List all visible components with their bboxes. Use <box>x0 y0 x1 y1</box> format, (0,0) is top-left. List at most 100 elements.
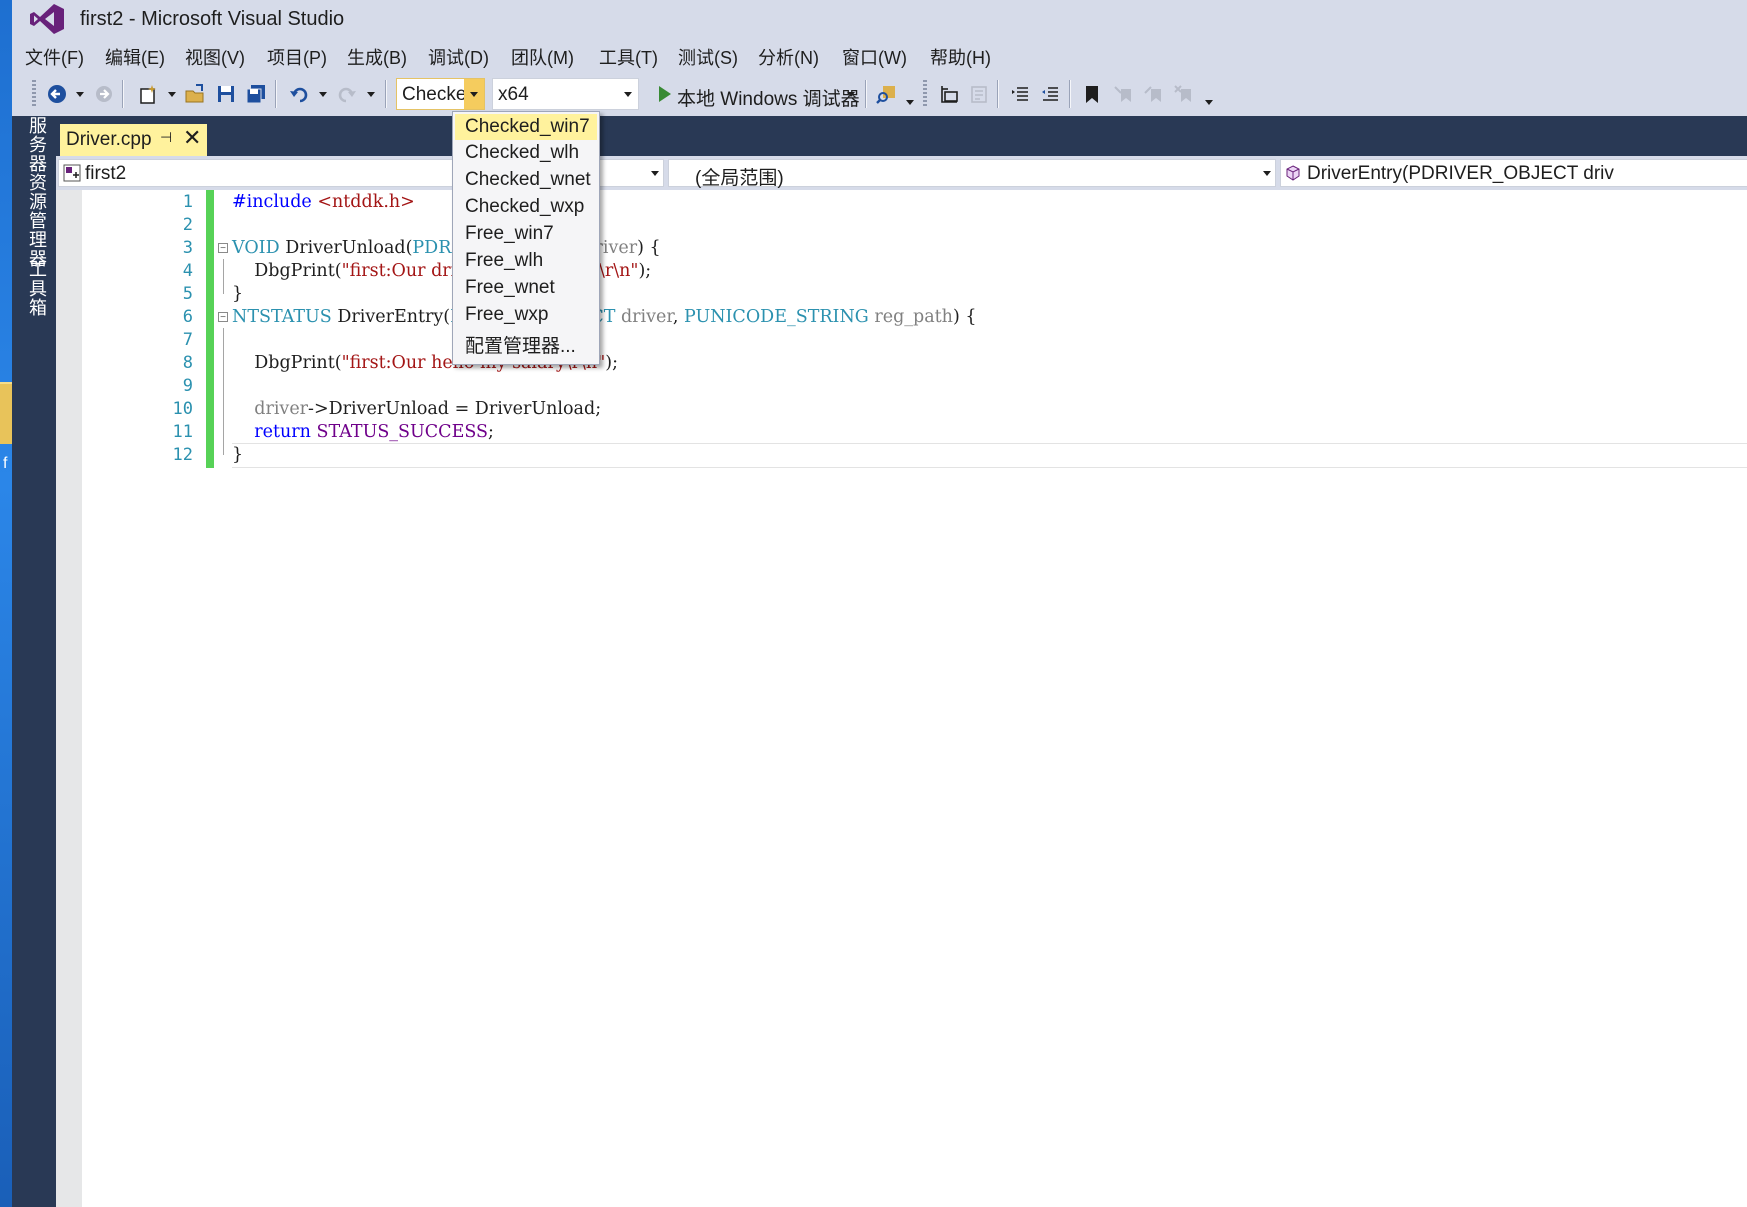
toolbar-separator <box>385 80 387 108</box>
menu-team[interactable]: 团队(M) <box>511 44 574 70</box>
next-bookmark-icon[interactable] <box>1142 82 1166 106</box>
chevron-down-icon[interactable] <box>651 171 659 176</box>
code-line[interactable]: 8 DbgPrint("first:Our hello my salary\r\… <box>82 351 1747 376</box>
dropdown-option[interactable]: Checked_wlh <box>455 140 597 166</box>
code-line[interactable]: 4 DbgPrint("first:Our driver is unloadin… <box>82 259 1747 284</box>
code-text[interactable]: return STATUS_SUCCESS; <box>232 422 494 442</box>
change-indicator <box>206 236 214 261</box>
dropdown-option[interactable]: Free_wlh <box>455 248 597 274</box>
start-debugging-play-icon[interactable] <box>652 82 676 106</box>
redo-dropdown-caret[interactable] <box>367 92 375 97</box>
menu-build[interactable]: 生成(B) <box>347 44 407 70</box>
close-icon[interactable]: ✕ <box>183 125 201 151</box>
save-all-icon[interactable] <box>244 82 268 106</box>
chevron-down-icon[interactable] <box>464 79 484 109</box>
line-number: 4 <box>182 261 193 281</box>
glyph-margin[interactable] <box>56 190 82 1207</box>
dropdown-option[interactable]: Checked_wnet <box>455 167 597 193</box>
code-line[interactable]: 5 } <box>82 282 1747 307</box>
desktop-folder-icon[interactable] <box>0 382 12 444</box>
class-view-icon[interactable] <box>967 82 991 106</box>
line-number: 8 <box>182 353 193 373</box>
menu-debug[interactable]: 调试(D) <box>428 44 489 70</box>
dropdown-option[interactable]: Free_wnet <box>455 275 597 301</box>
line-number: 5 <box>182 284 193 304</box>
menu-file[interactable]: 文件(F) <box>25 44 84 70</box>
menu-edit[interactable]: 编辑(E) <box>105 44 165 70</box>
code-text[interactable]: driver->DriverUnload = DriverUnload; <box>232 399 601 419</box>
menu-tools[interactable]: 工具(T) <box>599 44 658 70</box>
menu-window[interactable]: 窗口(W) <box>842 44 907 70</box>
dropdown-option[interactable]: Checked_win7 <box>455 114 597 140</box>
document-tab-strip: Driver.cpp ⊣ ✕ <box>56 116 1747 156</box>
code-line[interactable]: 11 return STATUS_SUCCESS; <box>82 420 1747 445</box>
undo-dropdown-caret[interactable] <box>319 92 327 97</box>
code-line[interactable]: 3 − VOID DriverUnload(PDRIVER_OBJECT dri… <box>82 236 1747 261</box>
find-in-files-icon[interactable] <box>874 82 898 106</box>
toolbar-overflow-caret[interactable] <box>1205 100 1213 105</box>
solution-platform-combo[interactable]: x64 <box>492 78 639 110</box>
new-project-icon[interactable] <box>136 82 160 106</box>
solution-platform-value: x64 <box>498 84 529 105</box>
dropdown-option[interactable]: Free_win7 <box>455 221 597 247</box>
code-text[interactable]: NTSTATUS DriverEntry(PDRIVER_OBJECT driv… <box>232 307 977 327</box>
open-file-icon[interactable] <box>183 82 207 106</box>
configuration-manager-option[interactable]: 配置管理器... <box>455 329 597 357</box>
back-icon[interactable] <box>45 82 69 106</box>
new-item-dropdown-caret[interactable] <box>168 92 176 97</box>
solution-explorer-icon[interactable] <box>937 82 961 106</box>
code-line[interactable]: 9 <box>82 374 1747 399</box>
toolbar-grip[interactable] <box>32 80 36 108</box>
code-editor[interactable]: 1 #include <ntddk.h> 2 3 − VOID DriverUn… <box>56 190 1747 1207</box>
current-line-highlight <box>232 443 1747 468</box>
save-icon[interactable] <box>214 82 238 106</box>
navigation-bar: first2 (全局范围) DriverEntry(PDRIVER_OBJECT… <box>56 156 1747 190</box>
chevron-down-icon[interactable] <box>1263 171 1271 176</box>
code-line[interactable]: 12 } <box>82 443 1747 468</box>
toolbar-grip[interactable] <box>923 80 927 108</box>
member-combo[interactable]: DriverEntry(PDRIVER_OBJECT driv <box>1280 159 1747 187</box>
start-debugging-button[interactable]: 本地 Windows 调试器 <box>677 84 860 111</box>
bookmark-icon[interactable] <box>1080 82 1104 106</box>
code-text[interactable]: } <box>232 445 243 465</box>
toolbar-overflow-caret[interactable] <box>906 100 914 105</box>
line-number: 2 <box>182 215 193 235</box>
collapse-icon[interactable]: − <box>218 243 228 254</box>
code-line[interactable]: 1 #include <ntddk.h> <box>82 190 1747 215</box>
scope-value: (全局范围) <box>695 168 784 189</box>
code-text[interactable]: #include <ntddk.h> <box>232 192 415 212</box>
chevron-down-icon[interactable] <box>618 79 638 109</box>
menu-analyze[interactable]: 分析(N) <box>758 44 819 70</box>
menu-help[interactable]: 帮助(H) <box>930 44 991 70</box>
code-line[interactable]: 6 − NTSTATUS DriverEntry(PDRIVER_OBJECT … <box>82 305 1747 330</box>
back-dropdown-caret[interactable] <box>76 92 84 97</box>
clear-bookmarks-icon[interactable] <box>1172 82 1196 106</box>
menu-test[interactable]: 测试(S) <box>678 44 738 70</box>
solution-configuration-combo[interactable]: Checked <box>396 78 485 110</box>
server-explorer-tab[interactable]: 服务器资源管理器 <box>24 116 50 268</box>
undo-icon[interactable] <box>287 82 311 106</box>
desktop-strip: f <box>0 0 12 1207</box>
previous-bookmark-icon[interactable] <box>1112 82 1136 106</box>
code-line[interactable]: 10 driver->DriverUnload = DriverUnload; <box>82 397 1747 422</box>
line-number: 1 <box>182 192 193 212</box>
collapse-icon[interactable]: − <box>218 312 228 323</box>
tab-driver-cpp[interactable]: Driver.cpp ⊣ ✕ <box>60 124 207 156</box>
code-line[interactable]: 2 <box>82 213 1747 238</box>
toolbox-tab[interactable]: 工具箱 <box>24 260 50 317</box>
dropdown-option[interactable]: Checked_wxp <box>455 194 597 220</box>
dropdown-option[interactable]: Free_wxp <box>455 302 597 328</box>
menu-view[interactable]: 视图(V) <box>185 44 245 70</box>
debugger-dropdown-caret[interactable] <box>847 92 855 97</box>
indent-icon[interactable] <box>1038 82 1062 106</box>
pin-icon[interactable]: ⊣ <box>160 129 172 146</box>
project-value: first2 <box>85 163 127 184</box>
redo-icon[interactable] <box>335 82 359 106</box>
scope-combo[interactable]: (全局范围) <box>668 159 1276 189</box>
menu-project[interactable]: 项目(P) <box>267 44 327 70</box>
forward-icon[interactable] <box>92 82 116 106</box>
code-line[interactable]: 7 <box>82 328 1747 353</box>
outdent-icon[interactable] <box>1008 82 1032 106</box>
code-text[interactable]: } <box>232 284 243 304</box>
line-number: 10 <box>172 399 193 419</box>
